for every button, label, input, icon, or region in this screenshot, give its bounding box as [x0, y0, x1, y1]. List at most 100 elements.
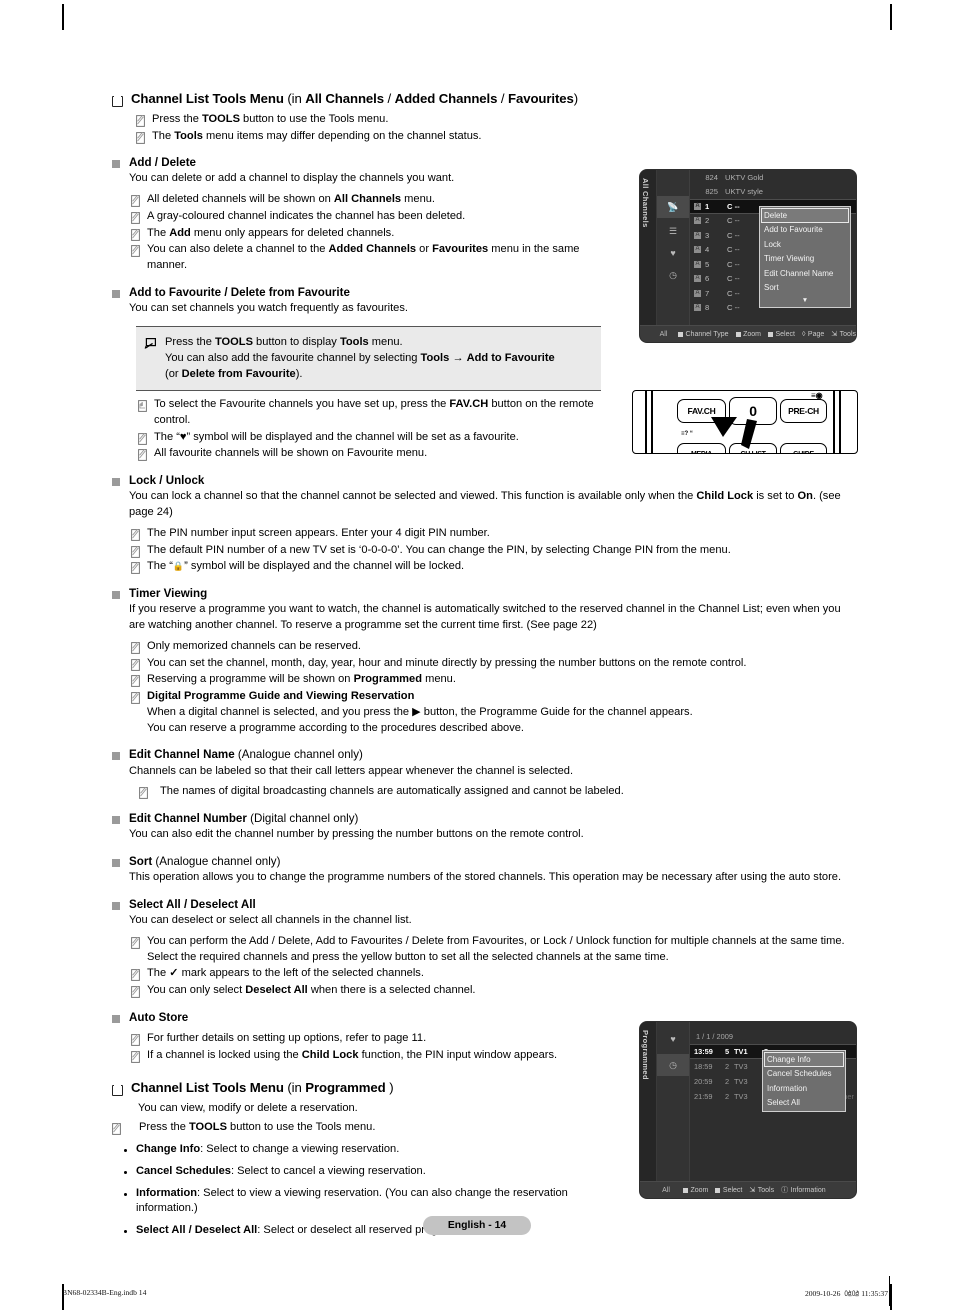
menu-item-information[interactable]: Information: [764, 1081, 844, 1096]
menu-item-add-to-favourite[interactable]: Add to Favourite: [761, 223, 849, 238]
osd-sidebar: All Channels: [640, 170, 657, 342]
heart-icon[interactable]: ♥: [657, 248, 689, 258]
table-row[interactable]: 825 UKTV style: [690, 185, 856, 200]
reservation-name: TV3: [734, 1062, 748, 1071]
osd-sidebar-label: All Channels: [641, 178, 650, 228]
page-title-paren: (in All Channels / Added Channels / Favo…: [287, 91, 579, 106]
note-text: To select the Favourite channels you hav…: [154, 398, 594, 426]
menu-item-select-all[interactable]: Select All: [764, 1096, 844, 1111]
chevron-down-icon[interactable]: ▼: [761, 296, 849, 306]
bottom-bar-label: Channel Type: [685, 330, 729, 338]
osd-sidebar-label: Programmed: [641, 1030, 650, 1080]
note-pencil-icon: [131, 211, 140, 224]
reservation-time: 21:59: [694, 1092, 713, 1101]
channel-type: C --: [727, 259, 740, 269]
note-text: You can only select Deselect All when th…: [147, 984, 476, 997]
note-pencil-icon: [131, 658, 140, 671]
note-pencil-icon: [131, 228, 140, 241]
note-list: The PIN number input screen appears. Ent…: [131, 526, 854, 575]
clock-icon[interactable]: ◷: [657, 270, 689, 281]
note-pencil-icon: [131, 1033, 140, 1046]
pointer-arrows-icon: [711, 417, 757, 449]
channel-number: 7: [705, 288, 710, 298]
clock-icon[interactable]: ◷: [657, 1054, 689, 1076]
bottom-bar-item-zoom[interactable]: Zoom: [683, 1187, 708, 1194]
menu-item-cancel-schedules[interactable]: Cancel Schedules: [764, 1067, 844, 1082]
section-lock-unlock: Lock / Unlock You can lock a channel so …: [112, 473, 854, 575]
tools-key-icon: ⇲: [831, 331, 838, 338]
table-row[interactable]: 824 UKTV Gold: [690, 170, 856, 185]
note-text: The ✓ mark appears to the left of the se…: [147, 967, 424, 980]
guide-button[interactable]: GUIDE: [780, 443, 827, 453]
menu-item-change-info[interactable]: Change Info: [764, 1052, 844, 1067]
section-title-bold: Edit Channel Name: [129, 748, 235, 762]
section-bullet-icon: [112, 901, 120, 910]
section-title-suffix: (Analogue channel only): [152, 855, 281, 869]
note-row: You can set the channel, month, day, yea…: [131, 656, 854, 672]
bottom-bar-item-zoom[interactable]: Zoom: [735, 330, 761, 338]
note-subtitle: Digital Programme Guide and Viewing Rese…: [147, 690, 415, 703]
antenna-icon[interactable]: 📡: [657, 196, 689, 218]
note-text: Reserving a programme will be shown on P…: [147, 673, 456, 686]
section-title: Select All / Deselect All: [129, 897, 256, 911]
note-subline-1: When a digital channel is selected, and …: [147, 705, 693, 718]
section-body: Channels can be labeled so that their ca…: [129, 764, 574, 777]
bottom-bar-item-information[interactable]: ⓘ Information: [781, 1185, 826, 1195]
bottom-bar-label: Zoom: [743, 330, 761, 338]
page-number-badge: English - 14: [423, 1216, 531, 1235]
menu-item-delete[interactable]: Delete: [761, 208, 849, 223]
osd-bottom-bar: All Zoom Select ⇲ Tools ⓘ Information: [640, 1181, 856, 1198]
bottom-bar-item-select[interactable]: Select: [767, 331, 795, 338]
bottom-bar-item-channel-type[interactable]: Channel Type: [678, 331, 729, 338]
section-body: You can also edit the channel number by …: [129, 828, 584, 841]
reservation-time: 18:59: [694, 1062, 713, 1071]
channel-number: 824: [705, 172, 718, 182]
section-edit-channel-number: Edit Channel Number (Digital channel onl…: [112, 811, 854, 843]
dot-bullet-icon: [124, 1148, 127, 1152]
list-item-desc: : Select to cancel a viewing reservation…: [230, 1164, 426, 1177]
bottom-bar-item-tools[interactable]: ⇲ Tools: [749, 1186, 774, 1195]
broadcast-icon[interactable]: ☰: [657, 226, 689, 237]
footer-file-name: BN68-02334B-Eng.indb 14: [62, 1288, 147, 1297]
menu-item-sort[interactable]: Sort: [761, 281, 849, 296]
channel-type: C --: [727, 201, 740, 211]
analogue-channel-icon: A: [694, 202, 701, 210]
list-item-label: Change Info: [136, 1142, 201, 1155]
bottom-bar-item-select[interactable]: Select: [715, 1187, 742, 1194]
pre-ch-button[interactable]: PRE-CH: [780, 399, 827, 423]
list-item-label: Cancel Schedules: [136, 1164, 231, 1177]
note-row: The ✓ mark appears to the left of the se…: [131, 966, 854, 982]
manual-page: Channel List Tools Menu (in All Channels…: [0, 0, 954, 1315]
dot-bullet-icon: [124, 1170, 127, 1174]
section-title-suffix: (Digital channel only): [246, 812, 359, 826]
menu-item-edit-channel-name[interactable]: Edit Channel Name: [761, 266, 849, 281]
square-outline-bullet-icon: [112, 94, 123, 107]
note-row: Digital Programme Guide and Viewing Rese…: [131, 689, 854, 736]
analogue-channel-icon: A: [694, 260, 701, 268]
channel-name: UKTV style: [725, 187, 763, 197]
note-list: Only memorized channels can be reserved.…: [131, 639, 854, 737]
section-bullet-icon: [112, 752, 120, 761]
reservation-time: 13:59: [694, 1047, 713, 1056]
menu-item-lock[interactable]: Lock: [761, 237, 849, 252]
section-body: If you reserve a programme you want to w…: [129, 603, 841, 632]
page-title-main: Channel List Tools Menu: [131, 91, 288, 106]
square-key-icon: [678, 331, 683, 337]
channel-type: C --: [727, 245, 740, 255]
bottom-bar-item-page[interactable]: ◊ Page: [802, 331, 824, 338]
note-text: The names of digital broadcasting channe…: [160, 785, 624, 798]
menu-item-timer-viewing[interactable]: Timer Viewing: [761, 252, 849, 267]
list-item-desc: : Select to change a viewing reservation…: [200, 1142, 400, 1155]
page-subtitle-paren: (in Programmed ): [287, 1080, 394, 1096]
heart-icon[interactable]: ♥: [657, 1034, 689, 1044]
note-list: You can perform the Add / Delete, Add to…: [131, 934, 854, 999]
section-sort: Sort (Analogue channel only) This operat…: [112, 854, 854, 886]
note-pencil-icon: [136, 131, 145, 144]
remote-edge-line: [833, 391, 835, 453]
page-title-text: Channel List Tools Menu (in All Channels…: [131, 90, 578, 108]
page-title: Channel List Tools Menu (in All Channels…: [112, 90, 854, 108]
reservation-name: TV3: [734, 1077, 748, 1086]
note-pencil-icon: [131, 245, 140, 258]
osd-sidebar: Programmed: [640, 1022, 657, 1198]
bottom-bar-item-tools[interactable]: ⇲ Tools: [831, 330, 856, 339]
